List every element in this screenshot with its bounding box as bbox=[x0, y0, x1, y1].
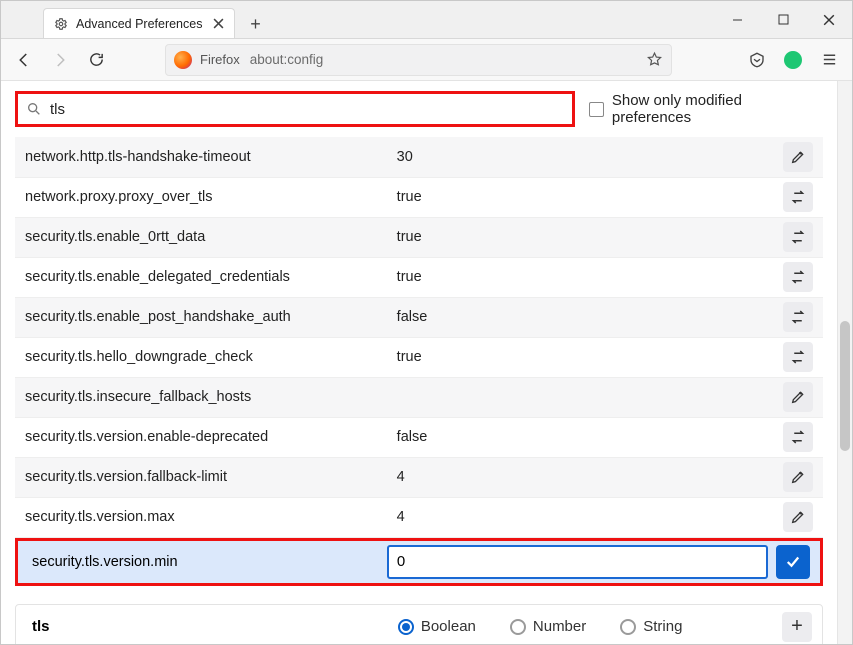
pref-search-value: tls bbox=[50, 101, 65, 118]
radio-icon bbox=[510, 619, 526, 635]
toggle-button[interactable] bbox=[783, 262, 813, 292]
maximize-button[interactable] bbox=[760, 4, 806, 36]
pref-search-input[interactable]: tls bbox=[15, 91, 575, 127]
pref-value: 4 bbox=[387, 497, 773, 537]
pref-name: security.tls.insecure_fallback_hosts bbox=[15, 377, 387, 417]
tab-advanced-preferences[interactable]: Advanced Preferences bbox=[43, 8, 235, 38]
prefs-table: network.http.tls-handshake-timeout30netw… bbox=[15, 137, 823, 538]
pref-row[interactable]: security.tls.version.enable-deprecatedfa… bbox=[15, 417, 823, 457]
show-modified-label: Show only modified preferences bbox=[612, 92, 823, 126]
type-radio-string[interactable]: String bbox=[620, 618, 682, 635]
toggle-button[interactable] bbox=[783, 302, 813, 332]
menu-button[interactable] bbox=[814, 45, 844, 75]
scrollbar-thumb[interactable] bbox=[840, 321, 850, 451]
pref-value bbox=[387, 377, 773, 417]
pref-edit-name: security.tls.version.min bbox=[18, 554, 387, 570]
pref-row[interactable]: network.http.tls-handshake-timeout30 bbox=[15, 137, 823, 177]
pref-name: security.tls.version.max bbox=[15, 497, 387, 537]
show-modified-checkbox[interactable]: Show only modified preferences bbox=[589, 92, 823, 126]
check-icon bbox=[784, 553, 802, 571]
pocket-icon[interactable] bbox=[742, 45, 772, 75]
edit-button[interactable] bbox=[783, 142, 813, 172]
edit-button[interactable] bbox=[783, 462, 813, 492]
edit-button[interactable] bbox=[783, 502, 813, 532]
type-radio-number[interactable]: Number bbox=[510, 618, 586, 635]
reload-button[interactable] bbox=[81, 45, 111, 75]
firefox-window: Advanced Preferences + Firefox about:con… bbox=[0, 0, 853, 645]
pref-row[interactable]: security.tls.enable_0rtt_datatrue bbox=[15, 217, 823, 257]
pref-name: security.tls.enable_post_handshake_auth bbox=[15, 297, 387, 337]
pref-row[interactable]: security.tls.insecure_fallback_hosts bbox=[15, 377, 823, 417]
toggle-button[interactable] bbox=[783, 182, 813, 212]
pref-row[interactable]: security.tls.version.fallback-limit4 bbox=[15, 457, 823, 497]
toggle-button[interactable] bbox=[783, 342, 813, 372]
scrollbar[interactable] bbox=[837, 81, 852, 644]
pref-add-row: tls Boolean Number String + bbox=[15, 604, 823, 645]
url-bar[interactable]: Firefox about:config bbox=[165, 44, 672, 76]
urlbar-url: about:config bbox=[250, 52, 638, 67]
toolbar: Firefox about:config bbox=[1, 39, 852, 81]
pref-edit-row: security.tls.version.min bbox=[15, 538, 823, 586]
gear-icon bbox=[54, 17, 68, 31]
pref-value: true bbox=[387, 337, 773, 377]
pref-name: network.http.tls-handshake-timeout bbox=[15, 137, 387, 177]
minimize-button[interactable] bbox=[714, 4, 760, 36]
pref-add-name: tls bbox=[26, 618, 372, 635]
pref-save-button[interactable] bbox=[776, 545, 810, 579]
radio-label: Number bbox=[533, 618, 586, 635]
pref-value: true bbox=[387, 217, 773, 257]
pref-value: false bbox=[387, 417, 773, 457]
pref-value: false bbox=[387, 297, 773, 337]
pref-row[interactable]: network.proxy.proxy_over_tlstrue bbox=[15, 177, 823, 217]
extension-icon[interactable] bbox=[778, 45, 808, 75]
pref-value: true bbox=[387, 257, 773, 297]
pref-value: true bbox=[387, 177, 773, 217]
checkbox-icon bbox=[589, 102, 604, 117]
pref-name: security.tls.version.enable-deprecated bbox=[15, 417, 387, 457]
back-button[interactable] bbox=[9, 45, 39, 75]
tab-strip: Advanced Preferences + bbox=[1, 1, 714, 38]
close-icon[interactable] bbox=[210, 16, 226, 32]
window-controls bbox=[714, 4, 852, 36]
pref-name: security.tls.enable_delegated_credential… bbox=[15, 257, 387, 297]
edit-button[interactable] bbox=[783, 382, 813, 412]
content: tls Show only modified preferences netwo… bbox=[1, 81, 837, 644]
radio-label: String bbox=[643, 618, 682, 635]
radio-icon bbox=[620, 619, 636, 635]
firefox-icon bbox=[174, 51, 192, 69]
pref-name: network.proxy.proxy_over_tls bbox=[15, 177, 387, 217]
window-close-button[interactable] bbox=[806, 4, 852, 36]
pref-name: security.tls.enable_0rtt_data bbox=[15, 217, 387, 257]
tab-title: Advanced Preferences bbox=[76, 17, 202, 31]
pref-row[interactable]: security.tls.enable_delegated_credential… bbox=[15, 257, 823, 297]
pref-value: 4 bbox=[387, 457, 773, 497]
new-tab-button[interactable]: + bbox=[241, 10, 269, 38]
pref-edit-input[interactable] bbox=[387, 545, 768, 579]
forward-button[interactable] bbox=[45, 45, 75, 75]
titlebar: Advanced Preferences + bbox=[1, 1, 852, 39]
pref-add-button[interactable]: + bbox=[782, 612, 812, 642]
pref-row[interactable]: security.tls.enable_post_handshake_authf… bbox=[15, 297, 823, 337]
search-icon bbox=[26, 101, 42, 117]
pref-name: security.tls.hello_downgrade_check bbox=[15, 337, 387, 377]
pref-row[interactable]: security.tls.hello_downgrade_checktrue bbox=[15, 337, 823, 377]
radio-label: Boolean bbox=[421, 618, 476, 635]
bookmark-star-icon[interactable] bbox=[646, 51, 663, 68]
pref-name: security.tls.version.fallback-limit bbox=[15, 457, 387, 497]
radio-icon bbox=[398, 619, 414, 635]
toggle-button[interactable] bbox=[783, 222, 813, 252]
pref-row[interactable]: security.tls.version.max4 bbox=[15, 497, 823, 537]
type-radio-boolean[interactable]: Boolean bbox=[398, 618, 476, 635]
toggle-button[interactable] bbox=[783, 422, 813, 452]
urlbar-engine: Firefox bbox=[200, 52, 240, 67]
pref-value: 30 bbox=[387, 137, 773, 177]
